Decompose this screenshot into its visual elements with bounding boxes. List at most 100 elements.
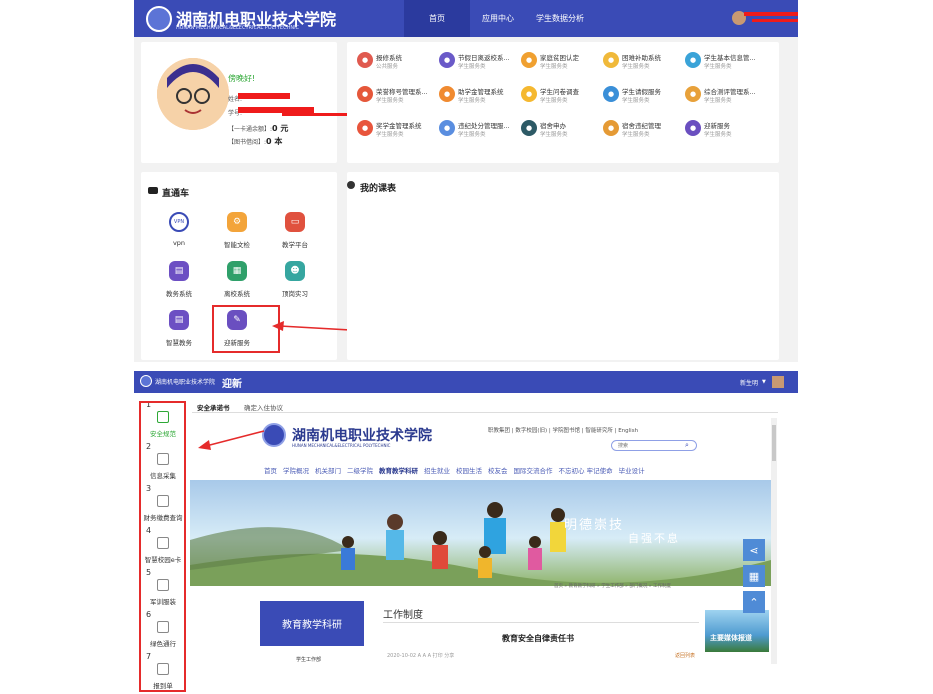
award-icon: ● bbox=[357, 120, 373, 136]
survey-icon: ● bbox=[521, 86, 537, 102]
left-panel-title: 教育教学科研 bbox=[260, 601, 364, 646]
quick-item-icon: ▤ bbox=[169, 261, 189, 281]
app-item[interactable]: ● 宿舍申办 学生服务类 bbox=[521, 120, 603, 150]
car-icon bbox=[148, 187, 158, 194]
quick-item[interactable]: ☻ 顶岗实习 bbox=[266, 261, 324, 298]
site-nav-link[interactable]: 二级学院 bbox=[347, 465, 373, 475]
site-nav-link[interactable]: 招生就业 bbox=[424, 465, 450, 475]
breadcrumb[interactable]: 首页 » 教育教学科研 » 学生工作部 » 部门概况 » 工作制度 bbox=[554, 583, 671, 589]
media-report-ad[interactable] bbox=[705, 610, 769, 652]
quick-item[interactable]: ▤ 智慧教务 bbox=[150, 310, 208, 347]
document-icon: ● bbox=[685, 86, 701, 102]
schedule-card bbox=[347, 172, 779, 360]
quick-item-label: 教务系统 bbox=[166, 290, 192, 298]
app-category: 学生服务类 bbox=[540, 98, 568, 104]
site-nav-link[interactable]: 首页 bbox=[264, 465, 277, 475]
quick-item[interactable]: ▭ 教学平台 bbox=[266, 212, 324, 249]
quick-item[interactable]: ▦ 离校系统 bbox=[208, 261, 266, 298]
quick-item[interactable]: ⚙ 智能文检 bbox=[208, 212, 266, 249]
app-item[interactable]: ● 迎新服务 学生服务类 bbox=[685, 120, 767, 150]
app-category: 学生服务类 bbox=[622, 98, 650, 104]
app-item[interactable]: ● 违纪处分管理服... 学生服务类 bbox=[439, 120, 521, 150]
nav-home[interactable]: 首页 bbox=[404, 0, 470, 37]
app-item[interactable]: ● 学生基本信息管... 学生服务类 bbox=[685, 52, 767, 82]
app-name: 奖学金管理系统 bbox=[376, 122, 422, 130]
app-item[interactable]: ● 奖学金管理系统 学生服务类 bbox=[357, 120, 439, 150]
app-category: 学生服务类 bbox=[704, 98, 732, 104]
site-nav-link[interactable]: 国际交流合作 bbox=[514, 465, 553, 475]
article-meta[interactable]: 2020-10-02 A A A 打印 分享 bbox=[387, 652, 454, 659]
quick-item-label: 离校系统 bbox=[224, 290, 250, 298]
redacted-username-2 bbox=[752, 19, 798, 22]
calendar-icon: ● bbox=[439, 52, 455, 68]
nav-student-analytics[interactable]: 学生数据分析 bbox=[530, 0, 590, 37]
quick-item-icon: ▭ bbox=[285, 212, 305, 232]
app-item[interactable]: ● 助学金管理系统 学生服务类 bbox=[439, 86, 521, 116]
app-name: 节假日离返校系... bbox=[458, 54, 510, 62]
back-to-list[interactable]: 返回列表 bbox=[675, 652, 695, 659]
share-icon[interactable]: ⋖ bbox=[743, 539, 765, 561]
quick-access-title: 直通车 bbox=[162, 189, 190, 199]
app-name: 违纪处分管理服... bbox=[458, 122, 510, 130]
app-item[interactable]: ● 荣誉称号管理系... 学生服务类 bbox=[357, 86, 439, 116]
scrollbar-thumb[interactable] bbox=[772, 425, 776, 461]
app-category: 学生服务类 bbox=[458, 98, 486, 104]
hero-slogan-2: 自强不息 bbox=[628, 532, 680, 545]
annotation-arrow-bottom bbox=[198, 430, 265, 450]
site-nav-link[interactable]: 校友会 bbox=[488, 465, 508, 475]
app-item[interactable]: ● 综合测评管理系... 学生服务类 bbox=[685, 86, 767, 116]
qr-code-icon[interactable]: ▦ bbox=[743, 565, 765, 587]
app-category: 学生服务类 bbox=[458, 64, 486, 70]
site-logo-subtitle: HUNAN MECHANICAL&ELECTRICAL POLYTECHNIC bbox=[292, 443, 391, 448]
pie-chart-icon bbox=[347, 181, 355, 189]
site-logo-text: 湖南机电职业技术学院 bbox=[292, 428, 432, 444]
site-nav-link[interactable]: 校园生活 bbox=[456, 465, 482, 475]
chevron-down-icon[interactable]: ▼ bbox=[762, 379, 766, 385]
app-name: 宿舍违纪管理 bbox=[622, 122, 661, 130]
nav-app-center[interactable]: 应用中心 bbox=[472, 0, 524, 37]
app-category: 学生服务类 bbox=[376, 98, 404, 104]
wrench-icon: ● bbox=[357, 52, 373, 68]
quick-item[interactable]: VPN vpn bbox=[150, 212, 208, 249]
app-category: 学生服务类 bbox=[540, 64, 568, 70]
app-name: 学生问卷调查 bbox=[540, 88, 579, 96]
college-logo-subtitle: HUNAN MECHANICAL&ELECTRICAL POLYTECHNIC bbox=[176, 25, 300, 31]
quick-item-label: 顶岗实习 bbox=[282, 290, 308, 298]
back-to-top-icon[interactable]: ⌃ bbox=[743, 591, 765, 613]
greeting-text: 傍晚好! bbox=[228, 74, 256, 83]
warning-icon: ● bbox=[439, 120, 455, 136]
app-item[interactable]: ● 节假日离返校系... 学生服务类 bbox=[439, 52, 521, 82]
portal-logo-icon bbox=[140, 375, 152, 387]
site-nav-link[interactable]: 毕业设计 bbox=[619, 465, 645, 475]
quick-item-icon: ▦ bbox=[227, 261, 247, 281]
college-logo-icon bbox=[146, 6, 172, 32]
left-panel-item[interactable]: 学生工作部 bbox=[296, 656, 321, 663]
quick-item-icon: ⚙ bbox=[227, 212, 247, 232]
site-nav-link[interactable]: 教育教学科研 bbox=[379, 465, 418, 475]
portal-user-name[interactable]: 新生明 bbox=[740, 378, 758, 387]
app-category: 学生服务类 bbox=[458, 132, 486, 138]
site-nav-link[interactable]: 不忘初心 牢记使命 bbox=[559, 465, 613, 475]
app-item[interactable]: ● 困难补助系统 学生服务类 bbox=[603, 52, 685, 82]
app-item[interactable]: ● 学生问卷调查 学生服务类 bbox=[521, 86, 603, 116]
app-name: 报修系统 bbox=[376, 54, 402, 62]
tab-dorm-agreement[interactable]: 确定入住协议 bbox=[244, 402, 283, 412]
site-top-links[interactable]: 职教集团 | 数字校园(旧) | 学院图书馆 | 智能研究所 | English bbox=[488, 426, 638, 434]
app-item[interactable]: ● 宿舍违纪管理 学生服务类 bbox=[603, 120, 685, 150]
app-name: 助学金管理系统 bbox=[458, 88, 504, 96]
quick-item-icon: VPN bbox=[169, 212, 189, 232]
portal-user-avatar[interactable] bbox=[772, 376, 784, 388]
quick-item[interactable]: ▤ 教务系统 bbox=[150, 261, 208, 298]
site-nav-link[interactable]: 学院概况 bbox=[283, 465, 309, 475]
app-name: 荣誉称号管理系... bbox=[376, 88, 428, 96]
person-icon: ● bbox=[603, 86, 619, 102]
app-item[interactable]: ● 报修系统 公共服务 bbox=[357, 52, 439, 82]
article-title: 教育安全自律责任书 bbox=[502, 634, 574, 643]
app-item[interactable]: ● 家庭贫困认定 学生服务类 bbox=[521, 52, 603, 82]
portal-logo-text: 湖南机电职业技术学院 bbox=[155, 379, 216, 386]
site-nav-link[interactable]: 机关部门 bbox=[315, 465, 341, 475]
search-icon[interactable]: ⌕ bbox=[685, 441, 689, 450]
site-main-nav: 首页 学院概况 机关部门 二级学院 教育教学科研 招生就业 校园生活 校友会 国际交流合作 不忘初… bbox=[264, 465, 645, 475]
app-item[interactable]: ● 学生请假服务 学生服务类 bbox=[603, 86, 685, 116]
section-divider bbox=[383, 622, 699, 623]
